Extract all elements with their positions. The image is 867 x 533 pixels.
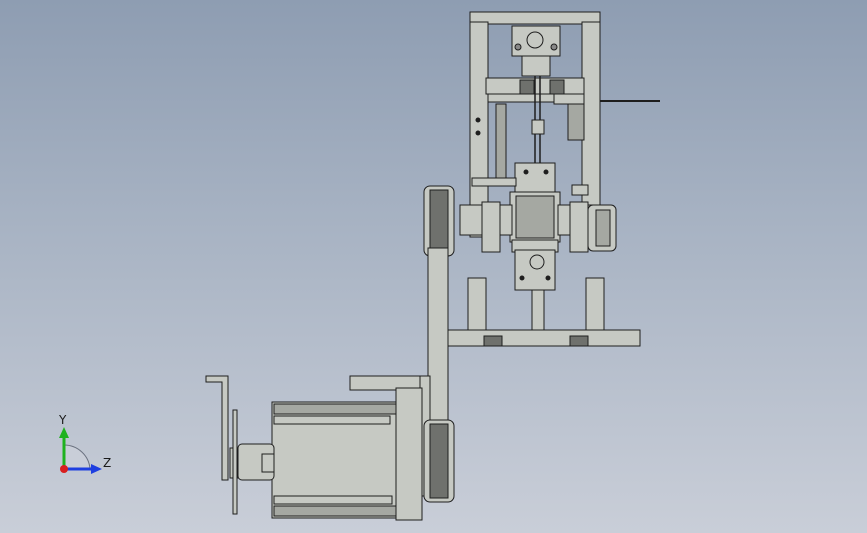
end-disc [232,409,238,515]
right-roller [569,201,589,253]
sensor-bracket [521,55,551,77]
clamp-knob [529,254,545,270]
triad-arc [63,444,91,470]
motor-flange [395,387,423,521]
mechanism-assembly [205,11,660,521]
x-axis-dot [60,465,68,473]
carriage-top-block [514,162,556,194]
l-bracket [205,375,229,481]
cad-viewport[interactable]: Y Z [0,0,867,533]
y-axis-label: Y [59,413,67,427]
left-roller [481,201,501,253]
frame-top-plate [469,11,601,25]
coordinate-triad [40,405,130,495]
shaft-collar-top [531,119,545,135]
frame-base-plate [429,329,641,347]
z-axis-label: Z [103,456,112,470]
top-sensor-lens [526,31,544,49]
